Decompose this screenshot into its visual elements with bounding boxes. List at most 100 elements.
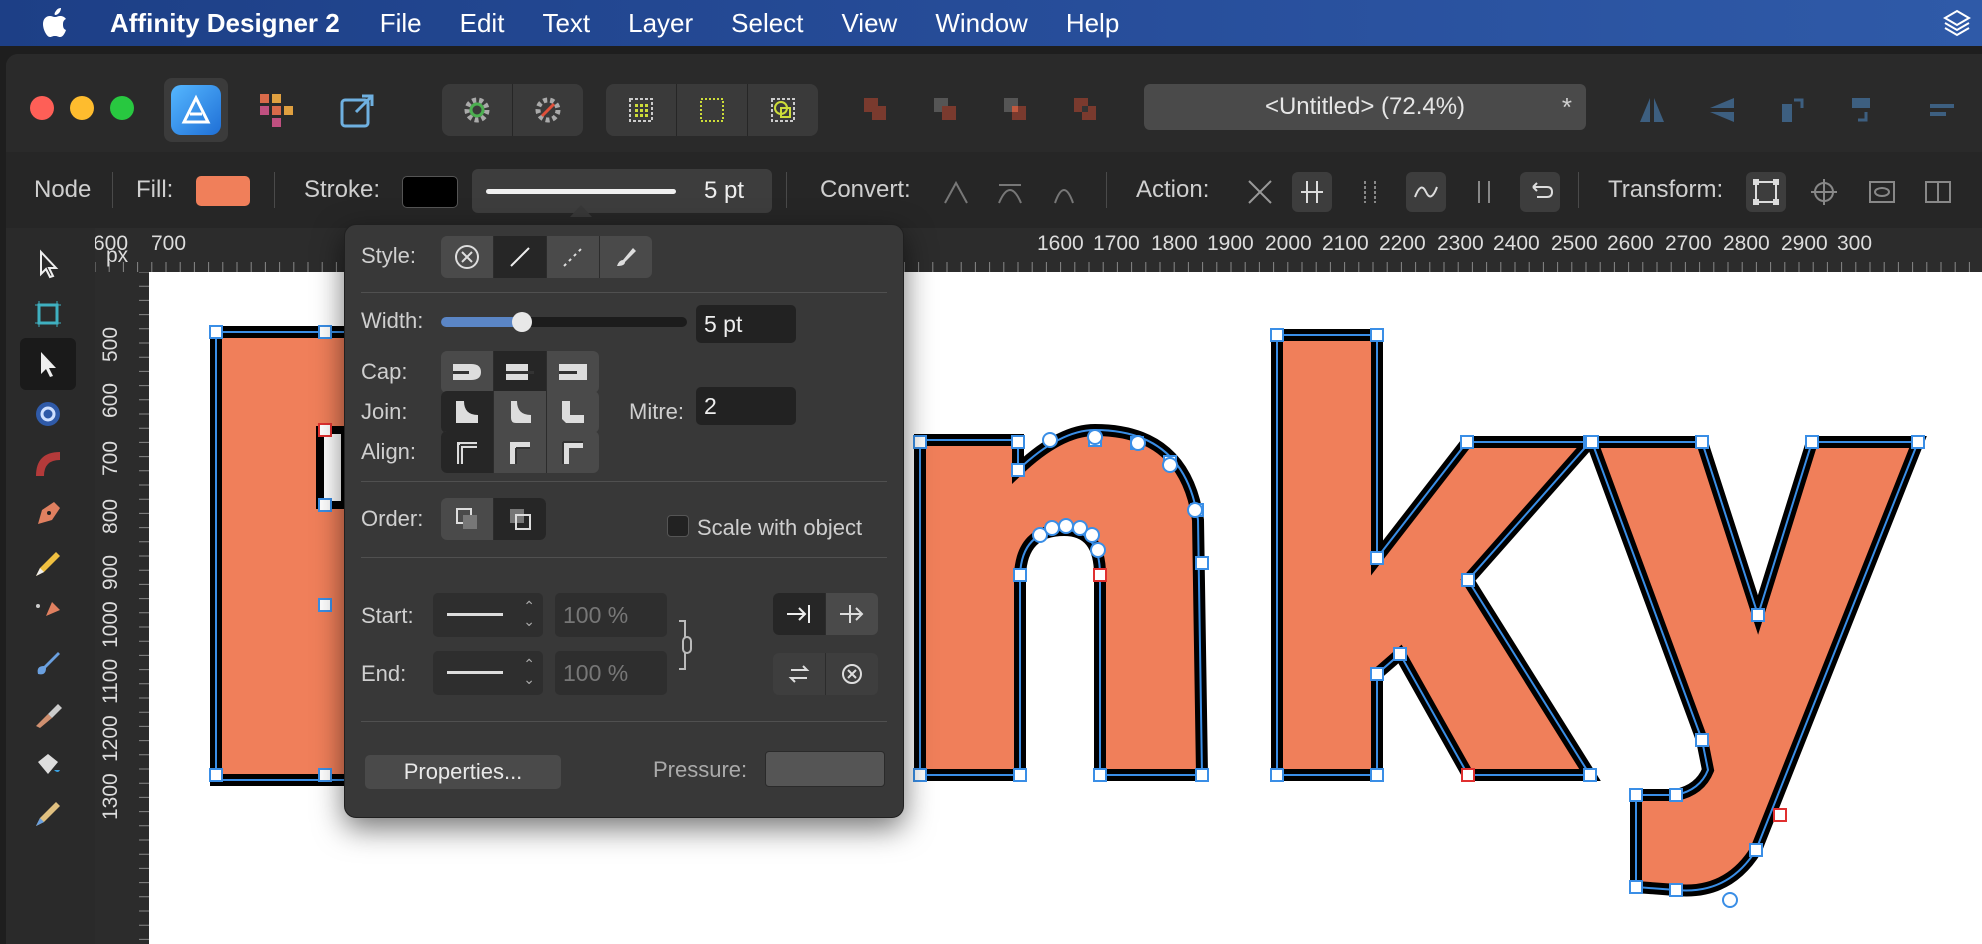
designer-persona-button[interactable]: [164, 78, 228, 142]
menu-edit[interactable]: Edit: [460, 8, 505, 39]
node-handle[interactable]: [1911, 435, 1925, 449]
flip-horizontal-button[interactable]: [1626, 84, 1678, 136]
node-handle[interactable]: [318, 598, 332, 612]
pen-tool[interactable]: [20, 488, 76, 540]
node-handle[interactable]: [1773, 808, 1787, 822]
smooth-node-handle[interactable]: [1042, 432, 1058, 448]
node-handle[interactable]: [1093, 768, 1107, 782]
paint-brush-tool[interactable]: [20, 638, 76, 690]
node-tool[interactable]: [20, 338, 76, 390]
cap-square-button[interactable]: [547, 351, 599, 393]
app-name-menu[interactable]: Affinity Designer 2: [110, 8, 340, 39]
menu-window[interactable]: Window: [935, 8, 1027, 39]
smooth-curve-button[interactable]: [1350, 172, 1390, 212]
join-round-button[interactable]: [494, 391, 547, 433]
node-handle[interactable]: [1393, 647, 1407, 661]
node-handle[interactable]: [318, 325, 332, 339]
align-center-button[interactable]: [441, 431, 494, 473]
start-percent-field[interactable]: 100 %: [555, 593, 667, 637]
align-transform-button[interactable]: [1918, 172, 1958, 212]
node-handle[interactable]: [318, 768, 332, 782]
align-outside-button[interactable]: [547, 431, 599, 473]
align-button[interactable]: [1916, 84, 1968, 136]
close-curve-button[interactable]: [1292, 172, 1332, 212]
link-chain-icon[interactable]: [675, 617, 699, 673]
node-handle[interactable]: [1370, 551, 1384, 565]
convert-sharp-button[interactable]: [936, 172, 976, 212]
node-handle[interactable]: [209, 768, 223, 782]
rotate-right-button[interactable]: [1836, 84, 1888, 136]
node-handle[interactable]: [1370, 328, 1384, 342]
letter-k-shape[interactable]: [1271, 329, 1604, 781]
select-pixel-grid-button[interactable]: [677, 84, 748, 136]
start-arrowhead-select[interactable]: ⌃ ⌄: [433, 593, 543, 637]
node-handle[interactable]: [318, 498, 332, 512]
node-handle[interactable]: [1093, 568, 1107, 582]
node-handle[interactable]: [1629, 880, 1643, 894]
snapping-options-button[interactable]: [513, 84, 583, 136]
stroke-width-button[interactable]: 5 pt: [472, 169, 772, 217]
boolean-xor-button[interactable]: [1060, 84, 1112, 136]
node-handle[interactable]: [1751, 608, 1765, 622]
stroke-color-swatch[interactable]: [402, 176, 458, 208]
mitre-value-field[interactable]: 2: [696, 387, 796, 425]
node-handle[interactable]: [1461, 768, 1475, 782]
point-transform-tool[interactable]: [20, 388, 76, 440]
join-bevel-button[interactable]: [547, 391, 599, 433]
menu-help[interactable]: Help: [1066, 8, 1119, 39]
pressure-graph-button[interactable]: [765, 751, 885, 787]
scale-with-object-checkbox[interactable]: [667, 515, 689, 537]
boolean-subtract-button[interactable]: [920, 84, 972, 136]
node-handle[interactable]: [1583, 768, 1597, 782]
join-curves-button[interactable]: [1406, 172, 1446, 212]
fill-color-swatch[interactable]: [196, 176, 250, 206]
smooth-node-handle[interactable]: [1044, 520, 1060, 536]
pixel-persona-button[interactable]: [250, 84, 302, 136]
node-handle[interactable]: [1669, 788, 1683, 802]
smooth-node-handle[interactable]: [1058, 518, 1074, 534]
apple-icon[interactable]: [0, 8, 110, 38]
node-handle[interactable]: [1585, 435, 1599, 449]
node-handle[interactable]: [1461, 573, 1475, 587]
node-handle[interactable]: [1270, 328, 1284, 342]
stroke-front-button[interactable]: [494, 498, 546, 540]
node-handle[interactable]: [1370, 667, 1384, 681]
style-none-button[interactable]: [441, 236, 494, 278]
node-handle[interactable]: [209, 325, 223, 339]
width-slider-thumb[interactable]: [512, 312, 533, 332]
node-handle[interactable]: [1195, 768, 1209, 782]
vector-brush-tool[interactable]: [20, 588, 76, 640]
letter-y-shape[interactable]: [1583, 436, 1927, 897]
node-handle[interactable]: [1011, 435, 1025, 449]
smooth-node-handle[interactable]: [1722, 892, 1738, 908]
reverse-direction-button[interactable]: [1520, 172, 1560, 212]
join-mitre-button[interactable]: [441, 391, 494, 433]
node-handle[interactable]: [1749, 843, 1763, 857]
fill-tool[interactable]: [20, 688, 76, 740]
properties-button[interactable]: Properties...: [365, 755, 561, 789]
boolean-add-button[interactable]: [850, 84, 902, 136]
smooth-node-handle[interactable]: [1090, 542, 1106, 558]
reset-arrowheads-button[interactable]: [826, 653, 878, 695]
rotate-left-button[interactable]: [1766, 84, 1818, 136]
node-handle[interactable]: [1805, 435, 1819, 449]
node-handle[interactable]: [1669, 883, 1683, 897]
transparency-tool[interactable]: [20, 738, 76, 790]
reverse-curve-button[interactable]: [1464, 172, 1504, 212]
node-handle[interactable]: [1195, 556, 1209, 570]
smooth-node-handle[interactable]: [1130, 435, 1146, 451]
move-tool[interactable]: [20, 238, 76, 290]
arrow-outside-button[interactable]: [826, 593, 878, 635]
node-handle[interactable]: [913, 435, 927, 449]
settings-button[interactable]: [442, 84, 513, 136]
export-persona-button[interactable]: [332, 84, 384, 136]
menu-select[interactable]: Select: [731, 8, 803, 39]
swap-arrowheads-button[interactable]: [773, 653, 826, 695]
letter-n-shape[interactable]: [914, 423, 1209, 781]
node-handle[interactable]: [1270, 768, 1284, 782]
corner-tool[interactable]: [20, 438, 76, 490]
stroke-behind-button[interactable]: [441, 498, 494, 540]
width-slider[interactable]: [441, 312, 687, 332]
node-handle[interactable]: [1629, 788, 1643, 802]
layers-status-icon[interactable]: [1942, 8, 1972, 45]
